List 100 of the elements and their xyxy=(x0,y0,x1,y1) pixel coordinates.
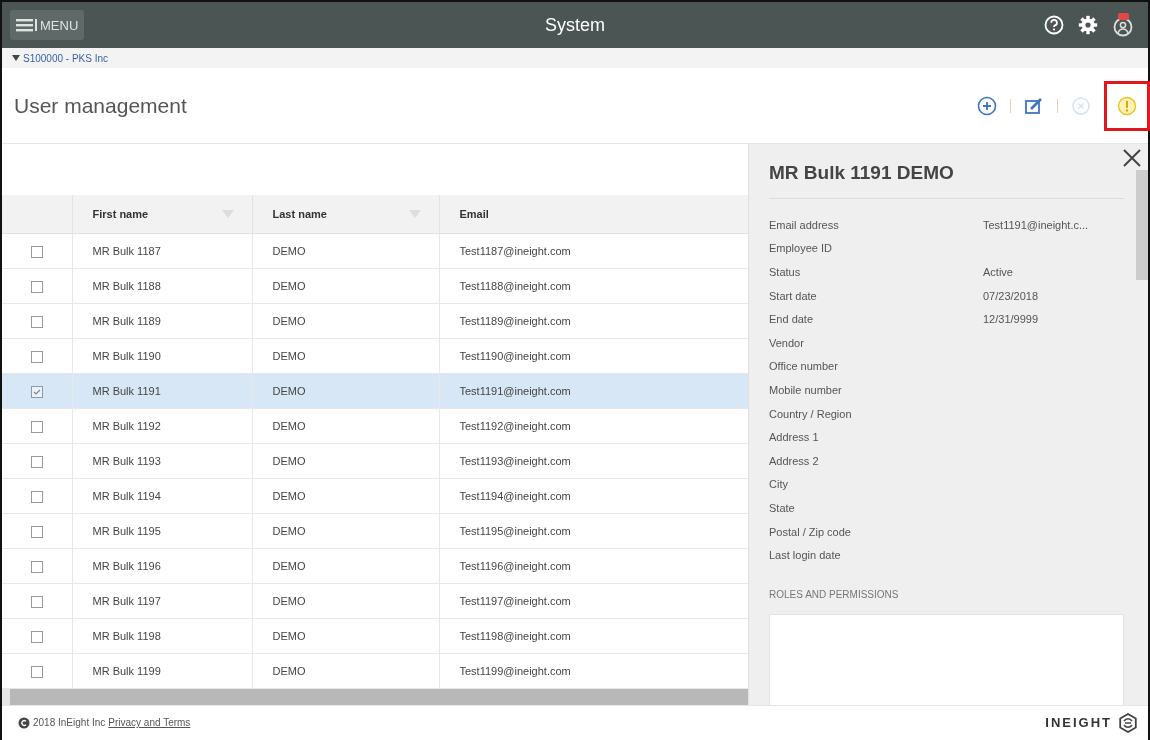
table-cell: DEMO xyxy=(252,373,439,409)
field-label: End date xyxy=(769,313,815,326)
table-cell: Test1187@ineight.com xyxy=(439,233,748,269)
field-label: Address 2 xyxy=(769,454,820,467)
field-label: Start date xyxy=(769,289,818,302)
table-cell: MR Bulk 1189 xyxy=(72,303,252,339)
table-cell: DEMO xyxy=(252,303,439,339)
table-cell: DEMO xyxy=(252,233,439,269)
add-icon xyxy=(976,94,998,117)
checkbox[interactable] xyxy=(30,560,43,573)
window-title: System xyxy=(545,14,605,35)
table-cell: DEMO xyxy=(252,513,439,549)
table-cell: MR Bulk 1192 xyxy=(72,408,252,444)
logo-icon xyxy=(1118,712,1138,733)
table-cell: DEMO xyxy=(252,583,439,619)
table-cell: DEMO xyxy=(252,408,439,444)
field-value: 12/31/9999 xyxy=(983,313,1039,326)
table-cell: MR Bulk 1190 xyxy=(72,338,252,374)
field-label: Email address xyxy=(769,218,840,231)
field-value: Active xyxy=(983,266,1013,278)
checkbox[interactable] xyxy=(30,315,43,328)
table-cell: Test1189@ineight.com xyxy=(439,303,748,339)
table-row[interactable]: MR Bulk 1187 DEMO Test1187@ineight.com xyxy=(2,233,748,269)
field-label: Country / Region xyxy=(769,407,853,420)
checkbox[interactable] xyxy=(30,455,43,468)
table-cell: DEMO xyxy=(252,548,439,584)
checkbox[interactable] xyxy=(30,385,43,398)
table-cell: MR Bulk 1187 xyxy=(72,233,252,269)
cancel-icon xyxy=(1070,94,1092,117)
field-label: Vendor xyxy=(769,336,805,349)
table-cell: Test1197@ineight.com xyxy=(439,583,748,619)
checkbox[interactable] xyxy=(30,630,43,643)
close-icon xyxy=(1122,148,1142,168)
table-row[interactable]: MR Bulk 1189 DEMO Test1189@ineight.com xyxy=(2,303,748,339)
breadcrumb-link[interactable]: S100000 - PKS Inc xyxy=(23,52,109,64)
table-row[interactable]: MR Bulk 1195 DEMO Test1195@ineight.com xyxy=(2,513,748,549)
table-cell: MR Bulk 1191 xyxy=(72,373,252,409)
table-row[interactable]: MR Bulk 1193 DEMO Test1193@ineight.com xyxy=(2,443,748,479)
field-label: Address 1 xyxy=(769,431,820,444)
checkbox[interactable] xyxy=(30,665,43,678)
copyright-icon xyxy=(18,716,30,729)
table-cell: Test1191@ineight.com xyxy=(439,373,748,409)
horizontal-scrollbar[interactable] xyxy=(2,689,748,705)
table-cell: MR Bulk 1194 xyxy=(72,478,252,514)
checkbox[interactable] xyxy=(30,350,43,363)
table-cell: DEMO xyxy=(252,653,439,689)
table-cell: MR Bulk 1199 xyxy=(72,653,252,689)
table-row[interactable]: MR Bulk 1197 DEMO Test1197@ineight.com xyxy=(2,583,748,619)
table-cell: Test1199@ineight.com xyxy=(439,653,748,689)
privacy-link[interactable]: Privacy and Terms xyxy=(108,717,191,728)
table-row[interactable]: MR Bulk 1188 DEMO Test1188@ineight.com xyxy=(2,268,748,304)
field-label: Office number xyxy=(769,360,839,373)
checkbox[interactable] xyxy=(30,490,43,503)
detail-title: MR Bulk 1191 DEMO xyxy=(769,162,1124,199)
table-row[interactable]: MR Bulk 1192 DEMO Test1192@ineight.com xyxy=(2,408,748,444)
table-cell: MR Bulk 1193 xyxy=(72,443,252,479)
table-row[interactable]: MR Bulk 1191 DEMO Test1191@ineight.com xyxy=(2,373,748,409)
vertical-scrollbar[interactable] xyxy=(1136,170,1148,280)
checkbox[interactable] xyxy=(30,420,43,433)
help-icon[interactable] xyxy=(1044,15,1064,35)
column-header[interactable]: Email xyxy=(439,195,748,234)
table-row[interactable]: MR Bulk 1196 DEMO Test1196@ineight.com xyxy=(2,548,748,584)
table-cell: Test1192@ineight.com xyxy=(439,408,748,444)
table-cell: DEMO xyxy=(252,478,439,514)
table-cell: MR Bulk 1196 xyxy=(72,548,252,584)
column-header[interactable]: Last name xyxy=(252,195,439,234)
field-label: Mobile number xyxy=(769,383,843,396)
table-cell: DEMO xyxy=(252,338,439,374)
table-cell: Test1196@ineight.com xyxy=(439,548,748,584)
field-label: Status xyxy=(769,266,802,278)
table-cell: DEMO xyxy=(252,268,439,304)
checkbox[interactable] xyxy=(30,280,43,293)
field-label: Last login date xyxy=(769,549,842,562)
table-cell: DEMO xyxy=(252,618,439,654)
header-cell xyxy=(2,195,72,234)
field-label: Postal / Zip code xyxy=(769,525,852,538)
column-header[interactable]: First name xyxy=(72,195,252,234)
table-cell: Test1194@ineight.com xyxy=(439,478,748,514)
info-icon xyxy=(1116,94,1138,117)
table-cell: MR Bulk 1197 xyxy=(72,583,252,619)
table-cell: MR Bulk 1198 xyxy=(72,618,252,654)
checkbox[interactable] xyxy=(30,525,43,538)
table-row[interactable]: MR Bulk 1194 DEMO Test1194@ineight.com xyxy=(2,478,748,514)
info-button[interactable] xyxy=(1104,80,1150,131)
table-cell: Test1188@ineight.com xyxy=(439,268,748,304)
table-row[interactable]: MR Bulk 1190 DEMO Test1190@ineight.com xyxy=(2,338,748,374)
user-icon[interactable] xyxy=(1112,13,1134,37)
copyright-text: 2018 InEight Inc xyxy=(33,717,106,728)
checkbox[interactable] xyxy=(30,245,43,258)
checkbox[interactable] xyxy=(30,595,43,608)
settings-icon[interactable] xyxy=(1078,15,1098,35)
field-label: State xyxy=(769,501,796,514)
field-value: 07/23/2018 xyxy=(983,289,1039,302)
logo-text: INEIGHT xyxy=(1045,715,1112,730)
close-button[interactable] xyxy=(1122,148,1142,168)
table-row[interactable]: MR Bulk 1198 DEMO Test1198@ineight.com xyxy=(2,618,748,654)
menu-button[interactable]: MENU xyxy=(10,10,85,40)
table-row[interactable]: MR Bulk 1199 DEMO Test1199@ineight.com xyxy=(2,653,748,689)
field-label: City xyxy=(769,478,789,491)
table-cell: Test1195@ineight.com xyxy=(439,513,748,549)
